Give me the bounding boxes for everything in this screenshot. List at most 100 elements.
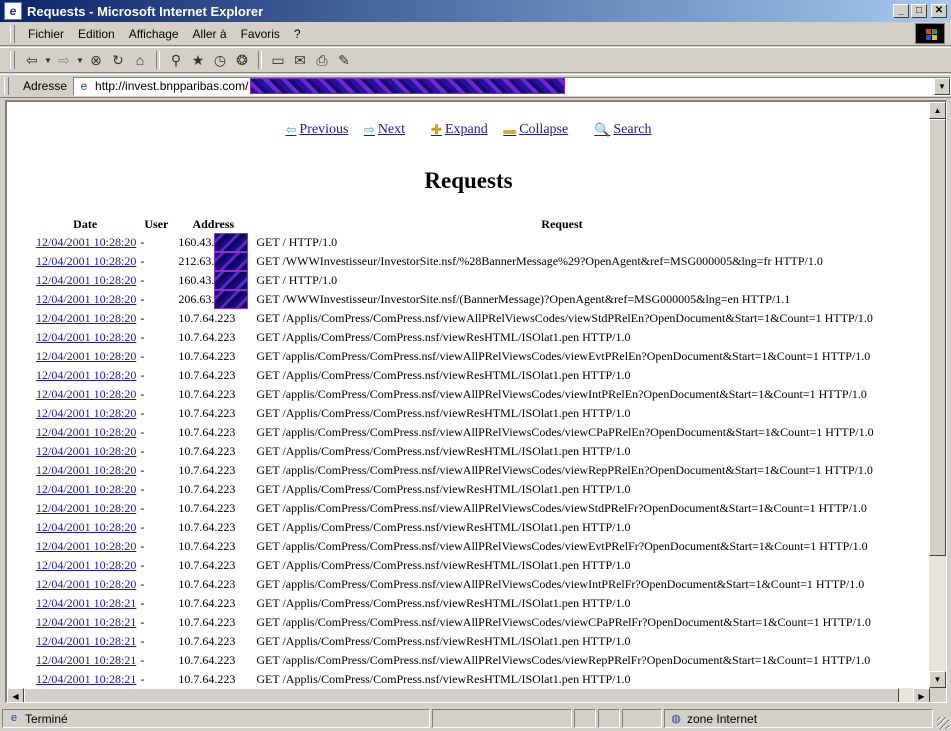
toolbar-separator [156, 51, 160, 69]
scroll-corner [930, 688, 946, 702]
home-icon[interactable]: ⌂ [129, 50, 151, 70]
scroll-down-button[interactable]: ▼ [929, 671, 946, 688]
expand-link[interactable]: ✚ Expand [431, 122, 488, 138]
date-link[interactable]: 12/04/2001 10:28:20 [34, 444, 136, 458]
cell-date: 12/04/2001 10:28:20 [34, 385, 136, 404]
address-grip[interactable] [4, 77, 9, 95]
address-text: 10.7.64.223 [178, 520, 236, 534]
date-link[interactable]: 12/04/2001 10:28:21 [34, 615, 136, 629]
date-link[interactable]: 12/04/2001 10:28:20 [34, 254, 136, 268]
vertical-scrollbar[interactable]: ▲ ▼ [929, 102, 946, 688]
date-link[interactable]: 12/04/2001 10:28:20 [34, 273, 136, 287]
forward-dropdown-icon[interactable]: ▼ [75, 56, 85, 65]
date-link[interactable]: 12/04/2001 10:28:20 [34, 520, 136, 534]
history-icon[interactable]: ◷ [209, 50, 231, 70]
date-link[interactable]: 12/04/2001 10:28:20 [34, 292, 136, 306]
cell-user: - [140, 520, 145, 534]
date-link[interactable]: 12/04/2001 10:28:20 [34, 387, 136, 401]
previous-link[interactable]: ⇦ Previous [286, 122, 349, 138]
menu-edition[interactable]: Edition [71, 27, 122, 41]
search-link[interactable]: 🔍 Search [594, 122, 651, 138]
date-link[interactable]: 12/04/2001 10:28:20 [34, 330, 136, 344]
back-icon[interactable]: ⇦ [21, 50, 43, 70]
address-input[interactable]: e http://invest.bnpparibas.com/ ▼ [73, 76, 951, 96]
redacted-url-path [250, 78, 566, 94]
toolbar-separator [258, 51, 262, 69]
cell-date: 12/04/2001 10:28:20 [34, 480, 136, 499]
date-link[interactable]: 12/04/2001 10:28:20 [34, 311, 136, 325]
minimize-button[interactable]: _ [893, 4, 909, 18]
cell-user: - [140, 330, 145, 344]
date-link[interactable]: 12/04/2001 10:28:21 [34, 653, 136, 667]
date-link[interactable]: 12/04/2001 10:28:21 [34, 672, 136, 686]
refresh-icon[interactable]: ↻ [107, 50, 129, 70]
cell-user: - [140, 368, 145, 382]
cell-user: - [140, 235, 145, 249]
cell-address: 10.7.64.223 [176, 423, 250, 442]
vertical-scroll-thumb[interactable] [929, 119, 946, 556]
forward-icon[interactable]: ⇨ [53, 50, 75, 70]
next-link[interactable]: ⇨ Next [364, 122, 405, 138]
date-link[interactable]: 12/04/2001 10:28:20 [34, 501, 136, 515]
search-label: Search [613, 122, 652, 137]
scroll-left-button[interactable]: ◀ [7, 688, 24, 702]
redacted-address [214, 290, 249, 309]
edit-icon[interactable]: ✎ [333, 50, 355, 70]
table-row: 12/04/2001 10:28:20- 160.43. GET / HTTP/1.… [34, 233, 874, 252]
channels-icon[interactable]: ❂ [231, 50, 253, 70]
search-icon[interactable]: ⚲ [165, 50, 187, 70]
date-link[interactable]: 12/04/2001 10:28:20 [34, 482, 136, 496]
cell-address: 10.7.64.223 [176, 385, 250, 404]
date-link[interactable]: 12/04/2001 10:28:20 [34, 558, 136, 572]
scroll-up-button[interactable]: ▲ [929, 102, 946, 119]
date-link[interactable]: 12/04/2001 10:28:20 [34, 425, 136, 439]
menu-affichage[interactable]: Affichage [122, 27, 186, 41]
menu-help[interactable]: ? [287, 27, 308, 41]
date-link[interactable]: 12/04/2001 10:28:20 [34, 463, 136, 477]
cell-address: 10.7.64.223 [176, 537, 250, 556]
table-row: 12/04/2001 10:28:20- 10.7.64.223 GET /Appl… [34, 366, 874, 385]
toolbar-grip[interactable] [10, 51, 15, 69]
date-link[interactable]: 12/04/2001 10:28:20 [34, 349, 136, 363]
back-dropdown-icon[interactable]: ▼ [43, 56, 53, 65]
date-link[interactable]: 12/04/2001 10:28:21 [34, 634, 136, 648]
cell-user: - [140, 406, 145, 420]
cell-user: - [140, 273, 145, 287]
date-link[interactable]: 12/04/2001 10:28:20 [34, 368, 136, 382]
address-dropdown-icon[interactable]: ▼ [934, 77, 950, 95]
standard-toolbar: ⇦ ▼ ⇨ ▼ ⊗ ↻ ⌂ ⚲ ★ ◷ ❂ ▭ ✉ ⎙ ✎ [0, 47, 951, 73]
redacted-address [214, 233, 249, 252]
magnifier-icon: 🔍 [594, 122, 611, 137]
title-bar[interactable]: e Requests - Microsoft Internet Explorer… [0, 0, 951, 22]
address-text: 10.7.64.223 [178, 672, 236, 686]
close-button[interactable]: ✕ [931, 4, 947, 18]
scroll-right-button[interactable]: ▶ [913, 688, 930, 702]
menu-grip[interactable] [10, 24, 15, 43]
cell-request: GET /Applis/ComPress/ComPress.nsf/viewRe… [256, 558, 631, 572]
date-link[interactable]: 12/04/2001 10:28:20 [34, 577, 136, 591]
date-link[interactable]: 12/04/2001 10:28:20 [34, 235, 136, 249]
collapse-link[interactable]: ▬ Collapse [503, 122, 568, 138]
date-link[interactable]: 12/04/2001 10:28:20 [34, 406, 136, 420]
favorites-icon[interactable]: ★ [187, 50, 209, 70]
resize-grip[interactable] [937, 717, 949, 729]
horizontal-scroll-thumb[interactable] [24, 688, 899, 702]
menu-aller-a[interactable]: Aller à [186, 27, 234, 41]
date-link[interactable]: 12/04/2001 10:28:21 [34, 596, 136, 610]
address-url[interactable]: http://invest.bnpparibas.com/ [95, 79, 248, 93]
print-icon[interactable]: ⎙ [311, 50, 333, 70]
date-link[interactable]: 12/04/2001 10:28:20 [34, 539, 136, 553]
horizontal-scrollbar[interactable]: ◀ ▶ [7, 688, 930, 702]
address-text: 10.7.64.223 [178, 482, 236, 496]
fullscreen-icon[interactable]: ▭ [267, 50, 289, 70]
maximize-button[interactable]: □ [911, 4, 927, 18]
stop-icon[interactable]: ⊗ [85, 50, 107, 70]
table-row: 12/04/2001 10:28:20- 10.7.64.223 GET /Appl… [34, 442, 874, 461]
menu-favoris[interactable]: Favoris [234, 27, 287, 41]
cell-date: 12/04/2001 10:28:20 [34, 442, 136, 461]
cell-user: - [140, 311, 145, 325]
menu-fichier[interactable]: Fichier [21, 27, 71, 41]
cell-user: - [140, 615, 145, 629]
mail-icon[interactable]: ✉ [289, 50, 311, 70]
collapse-minus-icon: ▬ [503, 122, 517, 137]
